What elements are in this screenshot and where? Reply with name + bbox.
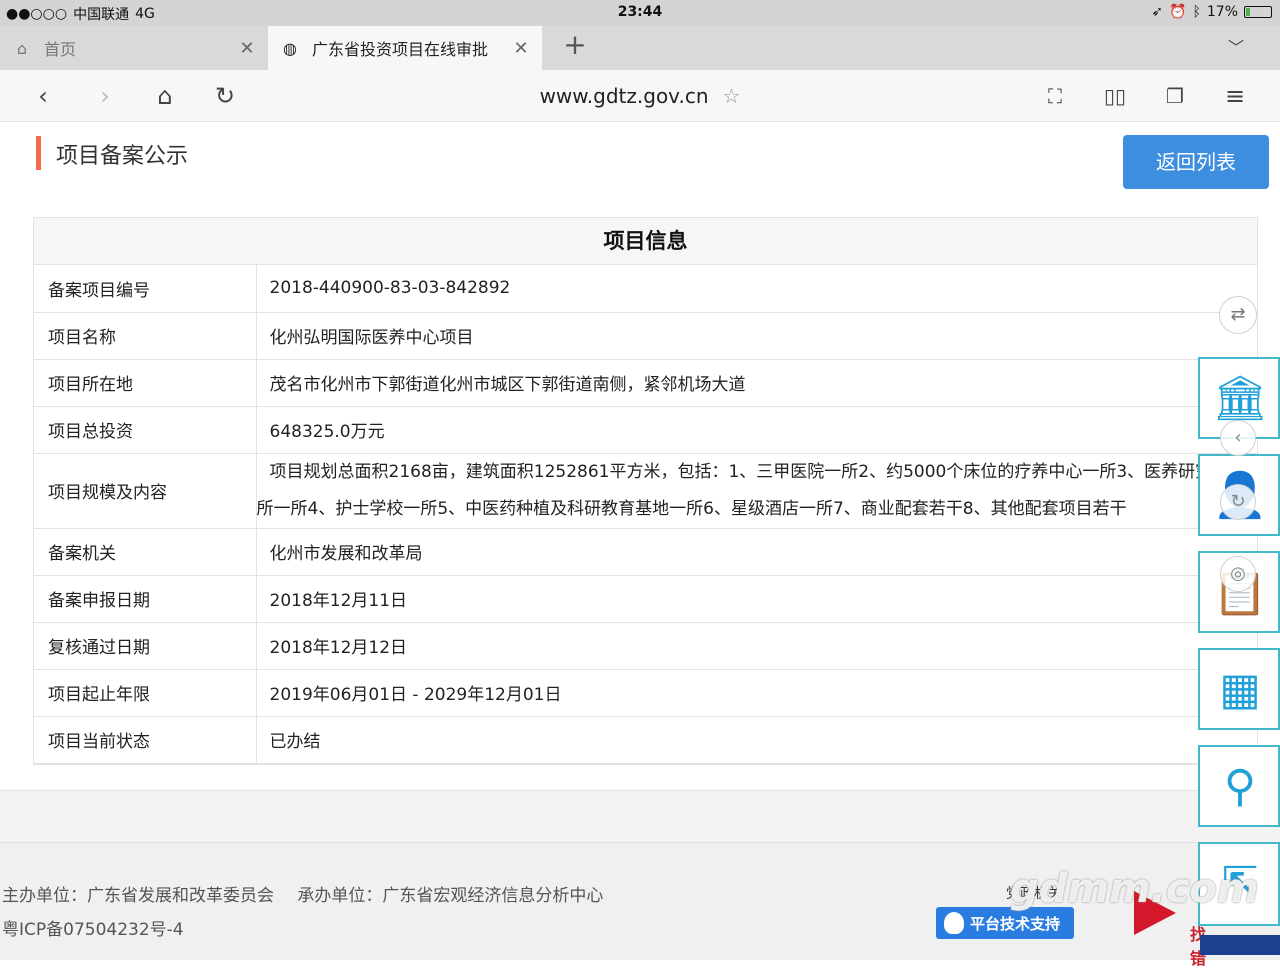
- row-label: 备案机关: [34, 528, 257, 576]
- home-icon: ⌂: [16, 38, 28, 58]
- footer-icp[interactable]: 粤ICP备07504232号-4: [2, 915, 184, 940]
- side-button-calendar[interactable]: ▦: [1198, 648, 1280, 730]
- row-value-line: 所一所4、护士学校一所5、中医药种植及科研教育基地一所6、星级酒店一所7、商业配…: [256, 498, 1127, 519]
- table-title: 项目信息: [34, 218, 1257, 265]
- row-label: 项目起止年限: [34, 669, 257, 717]
- close-icon[interactable]: ✕: [234, 38, 260, 59]
- row-value: 已办结: [256, 716, 1257, 764]
- bookmarks-icon[interactable]: ▯▯: [1098, 80, 1132, 112]
- status-bar: ●●○○○ 中国联通 4G 23:44 ➶ ⏰ ᛒ 17%: [0, 0, 1280, 26]
- footer-sponsors: 主办单位：广东省发展和改革委员会 承办单位：广东省宏观经济信息分析中心: [2, 881, 621, 906]
- clock: 23:44: [617, 4, 663, 20]
- chevron-left-icon[interactable]: ‹: [1220, 420, 1256, 456]
- row-label: 项目名称: [34, 312, 257, 360]
- tab-active[interactable]: ◍ 广东省投资项目在线审批 ✕: [268, 26, 542, 70]
- section-accent: [36, 136, 41, 170]
- project-info-table: 项目信息 备案项目编号 2018-440900-83-03-842892 项目名…: [33, 217, 1258, 765]
- table-row: 备案机关 化州市发展和改革局: [34, 528, 1257, 576]
- table-row: 复核通过日期 2018年12月12日: [34, 622, 1257, 670]
- battery-percent: 17%: [1206, 4, 1238, 20]
- row-value: 2018年12月12日: [256, 622, 1257, 670]
- row-value: 2018年12月11日: [256, 575, 1257, 623]
- calendar-icon: ▦: [1219, 664, 1261, 715]
- return-list-button[interactable]: 返回列表: [1123, 135, 1269, 189]
- watermark: gdmm.com: [1010, 866, 1259, 912]
- row-value-line: 项目规划总面积2168亩，建筑面积1252861平方米，包括：1、三甲医院一所2…: [269, 461, 1213, 482]
- table-row: 项目名称 化州弘明国际医养中心项目: [34, 312, 1257, 360]
- row-value: 茂名市化州市下郭街道化州市城区下郭街道南侧，紧邻机场大道: [256, 359, 1257, 407]
- qq-icon: [944, 912, 964, 934]
- row-label: 复核通过日期: [34, 622, 257, 670]
- row-label: 项目规模及内容: [34, 453, 257, 529]
- table-row: 备案项目编号 2018-440900-83-03-842892: [34, 265, 1257, 313]
- close-icon[interactable]: ✕: [508, 38, 534, 59]
- address-bar[interactable]: www.gdtz.gov.cn ☆: [0, 84, 1280, 108]
- table-row: 项目当前状态 已办结: [34, 716, 1257, 764]
- tab-title: 广东省投资项目在线审批: [312, 40, 489, 59]
- globe-icon: ◍: [283, 38, 297, 58]
- new-tab-button[interactable]: +: [560, 28, 590, 61]
- ndrc-badge[interactable]: [1200, 935, 1280, 955]
- search-icon: ⚲: [1223, 761, 1257, 812]
- side-button-search[interactable]: ⚲: [1198, 745, 1280, 827]
- status-right: ➶ ⏰ ᛒ 17%: [1151, 4, 1272, 20]
- row-value: 化州市发展和改革局: [256, 528, 1257, 576]
- table-row: 备案申报日期 2018年12月11日: [34, 575, 1257, 623]
- row-label: 项目总投资: [34, 406, 257, 454]
- row-value: 2019年06月01日 - 2029年12月01日: [256, 669, 1257, 717]
- refresh-icon[interactable]: ↻: [1220, 484, 1256, 520]
- swap-icon[interactable]: ⇄: [1219, 296, 1257, 334]
- row-label: 备案申报日期: [34, 575, 257, 623]
- page-content: 项目备案公示 返回列表 项目信息 备案项目编号 2018-440900-83-0…: [0, 122, 1280, 968]
- tab-strip: ⌂ 首页 ✕ ◍ 广东省投资项目在线审批 ✕ + ﹀: [0, 26, 1280, 70]
- battery-icon: [1244, 6, 1272, 18]
- table-row: 项目总投资 648325.0万元: [34, 406, 1257, 454]
- footer-host: 主办单位：广东省发展和改革委员会: [2, 886, 274, 906]
- page-gap: [0, 790, 1280, 842]
- chevron-down-icon[interactable]: ﹀: [1228, 34, 1244, 58]
- browser-toolbar: ‹ › ⌂ ↻ www.gdtz.gov.cn ☆ ⛶ ▯▯ ❐ ≡: [0, 70, 1280, 122]
- table-row: 项目规模及内容 项目规划总面积2168亩，建筑面积1252861平方米，包括：1…: [34, 453, 1257, 529]
- row-label: 项目当前状态: [34, 716, 257, 764]
- menu-icon[interactable]: ≡: [1218, 80, 1252, 112]
- footer-organizer: 承办单位：广东省宏观经济信息分析中心: [297, 886, 604, 906]
- tech-support-label: 平台技术支持: [970, 914, 1061, 933]
- bluetooth-icon: ᛒ: [1192, 4, 1201, 20]
- tabs-icon[interactable]: ❐: [1158, 80, 1192, 112]
- scan-icon[interactable]: ⛶: [1038, 80, 1072, 112]
- row-label: 项目所在地: [34, 359, 257, 407]
- location-icon: ➶: [1151, 4, 1164, 20]
- section-title: 项目备案公示: [56, 144, 189, 169]
- row-value: 648325.0万元: [256, 406, 1257, 454]
- row-value: 2018-440900-83-03-842892: [256, 265, 1257, 313]
- tab-home[interactable]: ⌂ 首页 ✕: [0, 26, 268, 70]
- alarm-icon: ⏰: [1169, 4, 1187, 20]
- tab-title: 首页: [44, 40, 77, 59]
- star-icon[interactable]: ☆: [723, 84, 741, 108]
- row-value: 化州弘明国际医养中心项目: [256, 312, 1257, 360]
- info-grid: 备案项目编号 2018-440900-83-03-842892 项目名称 化州弘…: [34, 265, 1257, 764]
- row-value: 项目规划总面积2168亩，建筑面积1252861平方米，包括：1、三甲医院一所2…: [256, 453, 1257, 529]
- table-row: 项目所在地 茂名市化州市下郭街道化州市城区下郭街道南侧，紧邻机场大道: [34, 359, 1257, 407]
- url-text: www.gdtz.gov.cn: [539, 84, 709, 108]
- table-row: 项目起止年限 2019年06月01日 - 2029年12月01日: [34, 669, 1257, 717]
- target-icon[interactable]: ◎: [1220, 556, 1256, 592]
- row-label: 备案项目编号: [34, 265, 257, 313]
